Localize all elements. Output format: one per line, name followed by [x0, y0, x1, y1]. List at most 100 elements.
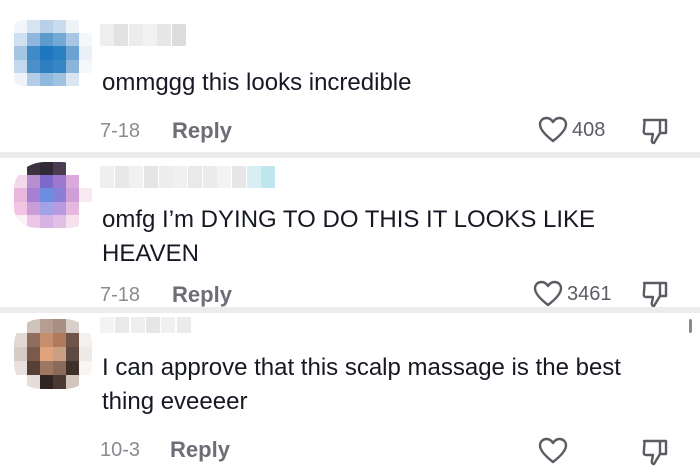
avatar-pixel: [14, 20, 27, 34]
avatar-pixel: [53, 33, 66, 47]
avatar-pixel: [27, 375, 40, 389]
avatar-pixel: [79, 20, 92, 34]
avatar-pixel: [66, 375, 79, 389]
avatar-pixel: [40, 20, 53, 34]
avatar-pixel: [27, 333, 40, 347]
avatar-pixel: [53, 319, 66, 333]
like-button[interactable]: 3461: [533, 280, 612, 308]
avatar-pixel: [66, 20, 79, 34]
avatar-pixel: [27, 201, 40, 215]
avatar-pixel: [14, 361, 27, 375]
avatar-pixel: [53, 361, 66, 375]
comment-1: ommggg this looks incredible 7-18 Reply …: [0, 0, 700, 152]
avatar-pixel: [40, 214, 53, 228]
avatar-pixel: [14, 188, 27, 202]
username-pixel: [161, 317, 176, 333]
avatar-pixel: [27, 59, 40, 73]
avatar-pixel: [79, 46, 92, 60]
avatar-pixel: [53, 333, 66, 347]
avatar-pixel: [27, 72, 40, 86]
avatar-pixel: [53, 188, 66, 202]
avatar-pixel: [14, 375, 27, 389]
thumbs-down-icon: [642, 439, 668, 466]
username-blurred[interactable]: [100, 317, 192, 333]
avatar-pixel: [40, 188, 53, 202]
avatar-pixel: [79, 214, 92, 228]
avatar-pixel: [27, 347, 40, 361]
like-count: 408: [572, 118, 606, 141]
heart-icon: [538, 437, 568, 464]
avatar[interactable]: [14, 319, 92, 389]
avatar-pixel: [79, 319, 92, 333]
username-pixel: [100, 24, 114, 46]
avatar-pixel: [14, 33, 27, 47]
avatar-pixel: [79, 333, 92, 347]
avatar-pixel: [40, 201, 53, 215]
avatar-pixel: [79, 201, 92, 215]
avatar-pixel: [53, 214, 66, 228]
avatar-pixel: [27, 33, 40, 47]
avatar-pixel: [79, 72, 92, 86]
avatar-pixel: [40, 162, 53, 176]
like-button[interactable]: [538, 437, 572, 465]
avatar[interactable]: [14, 162, 92, 228]
avatar-pixel: [79, 347, 92, 361]
comment-meta: 10-3 Reply: [100, 437, 230, 463]
like-button[interactable]: 408: [538, 116, 605, 144]
avatar-pixel: [79, 33, 92, 47]
username-pixel: [158, 166, 173, 188]
comment-text: I can approve that this scalp massage is…: [102, 354, 621, 415]
avatar-pixel: [66, 188, 79, 202]
avatar-pixel: [53, 175, 66, 189]
avatar-pixel: [14, 59, 27, 73]
avatar-pixel: [66, 33, 79, 47]
scrollbar-thumb[interactable]: [689, 319, 692, 333]
username-pixel: [217, 166, 232, 188]
avatar-pixel: [79, 59, 92, 73]
avatar-pixel: [40, 361, 53, 375]
avatar-pixel: [40, 59, 53, 73]
avatar-pixel: [66, 162, 79, 176]
username-pixel: [142, 24, 157, 46]
avatar-pixel: [66, 201, 79, 215]
avatar-pixel: [40, 375, 53, 389]
comment-2: omfg I’m DYING TO DO THIS IT LOOKS LIKE …: [0, 158, 700, 308]
comment-meta: 7-18 Reply: [100, 118, 232, 144]
reply-button[interactable]: Reply: [172, 282, 232, 308]
thumbs-down-icon: [642, 118, 668, 145]
avatar-pixel: [40, 72, 53, 86]
reply-button[interactable]: Reply: [170, 437, 230, 463]
avatar-pixel: [66, 46, 79, 60]
avatar-pixel: [53, 72, 66, 86]
comment-meta: 7-18 Reply: [100, 282, 232, 308]
avatar[interactable]: [14, 20, 92, 86]
username-pixel: [157, 24, 172, 46]
avatar-pixel: [14, 319, 27, 333]
username-pixel: [202, 166, 217, 188]
username-pixel: [176, 317, 191, 333]
avatar-pixel: [66, 347, 79, 361]
avatar-pixel: [53, 20, 66, 34]
comment-date: 7-18: [100, 119, 141, 142]
username-pixel: [115, 317, 130, 333]
avatar-pixel: [27, 214, 40, 228]
heart-icon: [538, 116, 568, 143]
avatar-pixel: [40, 319, 53, 333]
avatar-pixel: [27, 319, 40, 333]
avatar-pixel: [66, 72, 79, 86]
username-pixel: [128, 24, 143, 46]
avatar-pixel: [79, 361, 92, 375]
avatar-pixel: [14, 162, 27, 176]
dislike-button[interactable]: [640, 437, 670, 472]
comment-text: ommggg this looks incredible: [102, 69, 412, 96]
avatar-pixel: [27, 175, 40, 189]
avatar-pixel: [53, 59, 66, 73]
reply-button[interactable]: Reply: [172, 118, 232, 144]
username-blurred[interactable]: [100, 166, 276, 188]
username-blurred[interactable]: [100, 24, 186, 46]
avatar-pixel: [53, 46, 66, 60]
username-pixel: [145, 317, 160, 333]
username-pixel: [187, 166, 202, 188]
dislike-button[interactable]: [640, 116, 670, 151]
username-pixel: [143, 166, 158, 188]
